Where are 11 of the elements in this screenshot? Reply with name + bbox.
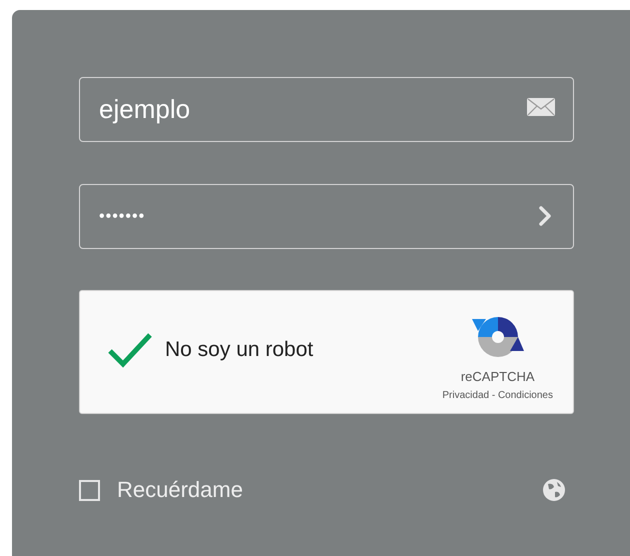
remember-checkbox[interactable] (79, 480, 100, 500)
username-field[interactable]: ejemplo (79, 77, 574, 142)
captcha-label: No soy un robot (165, 338, 314, 362)
password-field[interactable]: ••••••• (79, 184, 574, 249)
captcha-brand: reCAPTCHA (460, 369, 535, 384)
remember-label[interactable]: Recuérdame (117, 477, 243, 503)
checkmark-icon[interactable] (107, 332, 153, 368)
globe-icon[interactable] (542, 478, 566, 502)
privacy-terms-link[interactable]: Privacidad - Condiciones (442, 390, 553, 401)
envelope-icon (526, 97, 556, 117)
chevron-right-icon[interactable] (538, 205, 552, 227)
